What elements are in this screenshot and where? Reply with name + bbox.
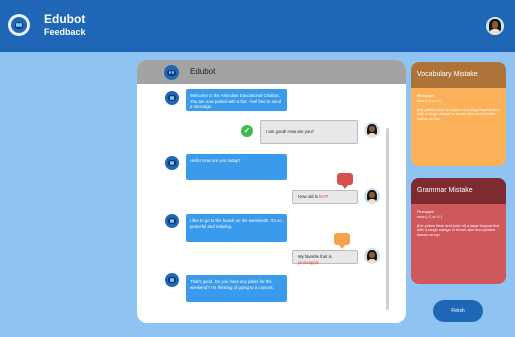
- chat-title: Edubot: [190, 67, 216, 76]
- user-avatar: [364, 122, 380, 138]
- page-subtitle: Feedback: [44, 27, 86, 37]
- grammar-feedback-icon[interactable]: ...: [337, 173, 353, 189]
- chat-header: Edubot: [137, 60, 406, 84]
- chat-panel: Edubot Welcome to the Articulate Educati…: [137, 60, 406, 323]
- finish-button[interactable]: Finish: [433, 300, 483, 322]
- edubot-logo-icon: [8, 14, 30, 36]
- grammar-mistake-card: Grammar Mistake Pineapple noun [ C or U …: [411, 178, 506, 284]
- highlighted-word[interactable]: pinneapple: [298, 260, 319, 265]
- definition-text: (the yellow flesh and juice of) a large …: [417, 107, 500, 122]
- vocabulary-feedback-icon[interactable]: ...: [334, 233, 350, 249]
- bot-avatar-icon: [165, 273, 179, 287]
- correct-check-icon: ✓: [241, 125, 253, 137]
- bot-message: Hello! How are you today?: [186, 154, 287, 180]
- bot-message: That's good. Do you have any plans for t…: [186, 275, 287, 302]
- chat-scrollbar[interactable]: [386, 128, 389, 310]
- card-title: Vocabulary Mistake: [411, 62, 506, 88]
- bot-message: Welcome to the Articulate Educational Ch…: [186, 89, 287, 111]
- top-bar: Edubot Feedback: [0, 0, 515, 52]
- bot-message: I like to go to the beach on the weekend…: [186, 214, 287, 242]
- user-message: How old is her?: [292, 190, 358, 204]
- bot-avatar-icon: [165, 91, 179, 105]
- bot-avatar-icon: [165, 156, 179, 170]
- user-message: I am good! How are you?: [260, 120, 358, 144]
- user-message: My favorite fruit is pinneapple: [292, 250, 358, 265]
- bot-avatar-icon: [165, 214, 179, 228]
- vocabulary-mistake-card: Vocabulary Mistake Pineapple noun [ C or…: [411, 62, 506, 166]
- bot-avatar-icon: [164, 65, 179, 80]
- card-body: Pineapple noun [ C or U ] (the yellow fl…: [411, 204, 506, 248]
- user-avatar: [364, 248, 380, 264]
- definition-part: noun [ C or U ]: [417, 214, 442, 219]
- card-title: Grammar Mistake: [411, 178, 506, 204]
- definition-part: noun [ C or U ]: [417, 98, 442, 103]
- user-avatar[interactable]: [486, 17, 504, 35]
- card-body: Pineapple noun [ C or U ] (the yellow fl…: [411, 88, 506, 132]
- definition-text: (the yellow flesh and juice of) a large …: [417, 223, 500, 238]
- app-title: Edubot: [44, 12, 86, 26]
- user-avatar: [364, 188, 380, 204]
